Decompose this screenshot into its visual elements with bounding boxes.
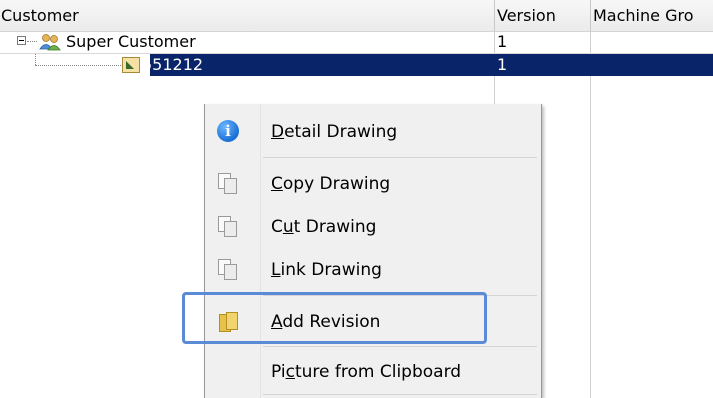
menu-separator — [263, 394, 537, 395]
menu-separator — [263, 346, 537, 347]
copy-doc-icon — [217, 172, 239, 194]
column-machine-group-label: Machine Gro — [593, 6, 694, 25]
cut-doc-icon — [217, 215, 239, 237]
menu-item-label: Link Drawing — [271, 260, 382, 280]
menu-item-picture-from-clipboard[interactable]: Picture from Clipboard — [205, 350, 541, 394]
column-customer-label: Customer — [1, 6, 79, 25]
column-header: Customer Version Machine Gro — [0, 0, 713, 32]
drawing-icon — [122, 57, 140, 73]
tree-connector — [35, 54, 36, 65]
version-cell-child: 1 — [497, 55, 508, 74]
tree-connector — [35, 65, 121, 66]
selection-highlight — [150, 54, 713, 76]
column-customer[interactable]: Customer — [0, 0, 494, 31]
info-icon: i — [217, 120, 239, 142]
collapse-icon[interactable] — [17, 36, 26, 45]
tree-connector — [27, 41, 37, 42]
menu-item-label: Detail Drawing — [271, 122, 398, 142]
tree-row-551212[interactable]: 551212 1 — [0, 54, 713, 76]
menu-item-label: Cut Drawing — [271, 217, 377, 237]
menu-item-label: Picture from Clipboard — [271, 362, 462, 382]
highlight-box — [182, 292, 487, 344]
menu-item-cut-drawing[interactable]: Cut Drawing — [205, 205, 541, 249]
menu-item-copy-drawing[interactable]: Copy Drawing — [205, 162, 541, 206]
column-version[interactable]: Version — [494, 0, 589, 31]
link-doc-icon — [217, 258, 239, 280]
version-cell-root: 1 — [497, 32, 508, 51]
menu-separator — [263, 157, 537, 158]
tree-label-child: 551212 — [142, 55, 204, 74]
menu-item-link-drawing[interactable]: Link Drawing — [205, 248, 541, 292]
grid-line — [590, 31, 591, 398]
tree-row-super-customer[interactable]: Super Customer 1 — [0, 31, 713, 53]
customer-group-icon — [39, 34, 61, 51]
column-machine-group[interactable]: Machine Gro — [590, 0, 713, 31]
menu-item-detail-drawing[interactable]: i Detail Drawing — [205, 110, 541, 154]
menu-item-label: Copy Drawing — [271, 174, 391, 194]
column-version-label: Version — [497, 6, 556, 25]
context-menu: i Detail Drawing Copy Drawing Cut Drawin… — [204, 104, 542, 398]
tree-label-root: Super Customer — [66, 32, 196, 51]
